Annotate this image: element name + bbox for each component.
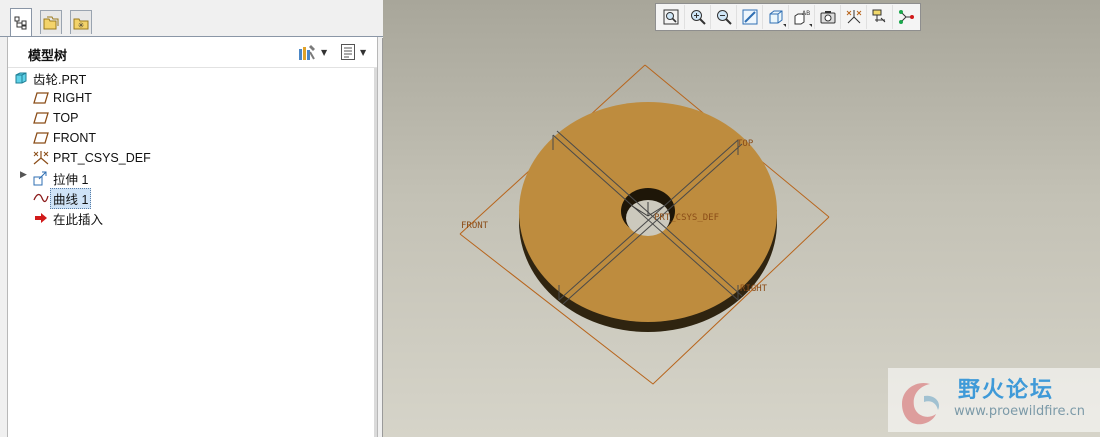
tree-item-label: 齿轮.PRT [33,72,87,87]
datum-plane-icon [33,130,49,146]
svg-text:AB: AB [802,10,810,17]
zoom-in-icon [690,10,706,25]
zoom-in-button[interactable] [684,5,710,29]
zoom-out-button[interactable] [710,5,736,29]
spin-center-icon [898,10,914,24]
tree-show-icon [341,44,355,60]
right-datum-label: RIGHT [740,284,768,294]
watermark-title: 野火论坛 [958,378,1055,403]
favorites-tab[interactable]: ✳ [70,10,92,34]
tree-scrollbar[interactable] [374,68,377,437]
dropdown-corner-icon [809,24,812,27]
refit-button[interactable] [658,5,684,29]
tree-item-part[interactable]: 齿轮.PRT [13,69,86,87]
tree-show-button[interactable]: ▼ [340,42,366,62]
front-datum-label: FRONT [461,221,489,231]
annotation-display-icon [872,9,885,23]
tree-settings-icon [299,45,315,60]
tree-item-insert-here[interactable]: 在此插入 [33,209,103,227]
named-view-button[interactable] [814,5,840,29]
named-view-icon [820,11,835,24]
top-datum-label: TOP [737,139,754,149]
model-tree-title: 模型树 [28,49,68,64]
display-style-icon [769,10,782,24]
chevron-down-icon: ▼ [321,47,328,57]
datum-display-icon [846,10,861,24]
navigator-tab-strip: ✳ [0,0,383,38]
watermark-url: www.proewildfire.cn [954,404,1085,419]
repaint-icon [742,9,757,25]
favorites-tab-icon: ✳ [73,18,89,30]
tree-item-label: 曲线 1 [50,187,92,209]
tree-item-front[interactable]: FRONT [33,129,96,147]
view-toolbar: AB [655,3,921,31]
tree-item-extrude[interactable]: 拉伸 1 [33,169,88,187]
svg-text:✳: ✳ [78,21,85,30]
forum-watermark: 野火论坛 www.proewildfire.cn [888,368,1100,432]
model-tree-header: 模型树 ▼ ▼ [8,37,377,68]
csys-label: PRT_CSYS_DEF [654,213,719,223]
curve-icon [33,190,49,206]
extrude-icon [33,170,49,186]
model-tree-tab-icon [14,16,27,30]
expand-arrow-icon[interactable]: ▶ [20,170,27,180]
refit-icon [663,9,679,25]
tree-item-label: TOP [53,111,79,125]
tree-item-right[interactable]: RIGHT [33,89,92,107]
graphics-window[interactable]: FRONT TOP RIGHT PRT_CSYS_DEF AB 野火论坛 www… [383,0,1100,437]
tree-item-curve[interactable]: 曲线 1 [33,187,92,209]
csys-icon [33,150,49,166]
flame-logo-icon [902,382,940,425]
tree-settings-button[interactable]: ▼ [297,42,327,62]
datum-plane-icon [33,110,49,126]
dropdown-corner-icon [783,24,786,27]
tree-item-label: RIGHT [53,91,92,105]
part-icon [13,70,29,86]
tree-item-label: PRT_CSYS_DEF [53,151,151,165]
display-style-button[interactable] [762,5,788,29]
model-tree-tab[interactable] [10,8,32,37]
tree-item-top[interactable]: TOP [33,109,78,127]
spin-center-button[interactable] [892,5,918,29]
insert-here-arrow-icon [33,210,49,226]
tree-item-label: 拉伸 1 [53,172,89,187]
saved-views-button[interactable]: AB [788,5,814,29]
navigator-panel: ✳ 模型树 ▼ ▼ 齿轮.PRT RIGHT TOP FRONT PRT_CSY… [0,0,383,437]
repaint-button[interactable] [736,5,762,29]
tree-item-csys[interactable]: PRT_CSYS_DEF [33,149,151,167]
datum-display-button[interactable] [840,5,866,29]
folder-browser-tab[interactable] [40,10,62,34]
folder-browser-tab-icon [43,16,59,29]
chevron-down-icon: ▼ [360,47,367,57]
datum-plane-icon [33,90,49,106]
saved-views-icon: AB [794,10,810,25]
zoom-out-icon [716,10,732,25]
model-tree-panel: 模型树 ▼ ▼ 齿轮.PRT RIGHT TOP FRONT PRT_CSYS_… [7,37,378,437]
tree-item-label: 在此插入 [53,212,104,227]
tree-item-label: FRONT [53,131,97,145]
annotation-display-button[interactable] [866,5,892,29]
